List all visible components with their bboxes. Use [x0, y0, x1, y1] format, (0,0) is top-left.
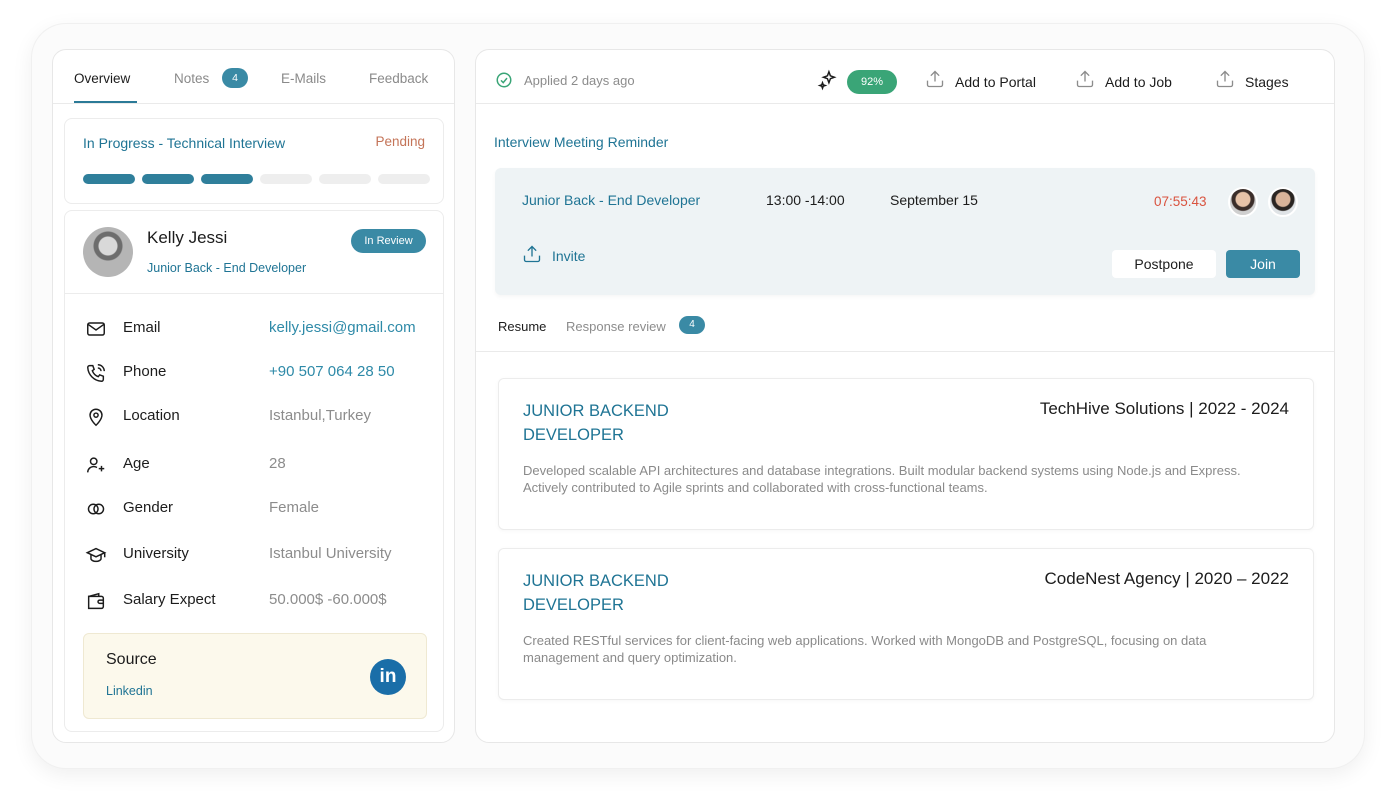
linkedin-icon[interactable]: in	[370, 659, 406, 695]
info-label: Age	[123, 455, 150, 472]
info-label: Salary Expect	[123, 591, 216, 608]
salary-value: 50.000$ -60.000$	[269, 591, 387, 608]
tab-overview[interactable]: Overview	[74, 71, 130, 86]
info-row-age: Age 28	[65, 452, 443, 476]
gender-value: Female	[269, 499, 320, 516]
notes-count-badge: 4	[222, 68, 248, 88]
experience-card: JUNIOR BACKEND DEVELOPER TechHive Soluti…	[498, 378, 1314, 530]
progress-segment-pending	[378, 174, 430, 184]
meeting-time: 13:00 -14:00	[766, 192, 845, 208]
source-value[interactable]: Linkedin	[106, 684, 153, 698]
experience-title: JUNIOR BACKEND DEVELOPER	[523, 402, 669, 444]
upload-icon	[1216, 70, 1234, 88]
application-toolbar: Applied 2 days ago 92% Add to Portal Add…	[476, 50, 1334, 104]
info-row-location: Location Istanbul,Turkey	[65, 404, 443, 428]
progress-segment-complete	[83, 174, 135, 184]
stage-status: Pending	[375, 134, 425, 149]
profile-card: Kelly Jessi Junior Back - End Developer …	[64, 210, 444, 732]
university-value: Istanbul University	[269, 545, 392, 562]
postpone-button[interactable]: Postpone	[1112, 250, 1216, 278]
gender-icon	[87, 503, 105, 515]
mail-icon	[87, 322, 105, 336]
candidate-panel: Overview Notes 4 E-Mails Feedback In Pro…	[52, 49, 455, 743]
info-row-phone: Phone +90 507 064 28 50	[65, 360, 443, 384]
experience-company: CodeNest Agency | 2020 – 2022	[1044, 569, 1289, 588]
stage-progress-card: In Progress - Technical Interview Pendin…	[64, 118, 444, 204]
action-label: Add to Portal	[955, 74, 1036, 90]
wallet-icon	[87, 592, 105, 610]
match-score-badge: 92%	[847, 70, 897, 94]
source-title: Source	[106, 651, 157, 668]
tab-emails[interactable]: E-Mails	[281, 71, 326, 86]
info-row-email: Email kelly.jessi@gmail.com	[65, 316, 443, 340]
info-label: Location	[123, 407, 180, 424]
action-label: Stages	[1245, 74, 1289, 90]
progress-segment-complete	[142, 174, 194, 184]
experience-description: Developed scalable API architectures and…	[523, 463, 1241, 495]
reminder-title: Interview Meeting Reminder	[494, 134, 669, 150]
location-value: Istanbul,Turkey	[269, 407, 371, 424]
active-tab-indicator	[74, 101, 137, 103]
action-label: Add to Job	[1105, 74, 1172, 90]
email-value[interactable]: kelly.jessi@gmail.com	[269, 319, 416, 336]
meeting-card: Junior Back - End Developer 13:00 -14:00…	[495, 168, 1315, 295]
candidate-tabs: Overview Notes 4 E-Mails Feedback	[53, 50, 454, 104]
phone-value[interactable]: +90 507 064 28 50	[269, 363, 395, 380]
avatar	[83, 227, 133, 277]
sparkle-icon	[817, 69, 837, 91]
experience-title: JUNIOR BACKEND DEVELOPER	[523, 572, 669, 614]
response-review-count-badge: 4	[679, 316, 705, 334]
invite-label: Invite	[552, 248, 586, 264]
upload-icon	[926, 70, 944, 88]
candidate-name: Kelly Jessi	[147, 228, 228, 247]
resume-tabs: Resume Response review 4	[476, 312, 1334, 352]
join-button[interactable]: Join	[1226, 250, 1300, 278]
check-circle-icon	[496, 72, 512, 88]
age-value: 28	[269, 455, 286, 472]
phone-icon	[87, 364, 105, 382]
progress-segment-complete	[201, 174, 253, 184]
tab-feedback[interactable]: Feedback	[369, 71, 428, 86]
info-row-university: University Istanbul University	[65, 542, 443, 566]
upload-icon	[523, 245, 541, 263]
info-label: Gender	[123, 499, 174, 516]
progress-segment-pending	[260, 174, 312, 184]
tab-notes[interactable]: Notes	[174, 71, 209, 86]
info-label: Phone	[123, 363, 167, 380]
attendee-avatar	[1228, 187, 1258, 217]
divider	[65, 293, 443, 294]
meeting-role: Junior Back - End Developer	[522, 192, 701, 208]
upload-icon	[1076, 70, 1094, 88]
graduation-cap-icon	[85, 547, 107, 563]
experience-company: TechHive Solutions | 2022 - 2024	[1039, 399, 1289, 418]
experience-description: Created RESTful services for client-faci…	[523, 633, 1207, 665]
location-pin-icon	[89, 408, 103, 427]
candidate-role: Junior Back - End Developer	[147, 261, 307, 275]
stage-title: In Progress - Technical Interview	[83, 135, 286, 151]
info-row-gender: Gender Female	[65, 496, 443, 520]
tab-response-review[interactable]: Response review	[566, 319, 666, 334]
experience-card: JUNIOR BACKEND DEVELOPER CodeNest Agency…	[498, 548, 1314, 700]
status-badge: In Review	[351, 229, 426, 253]
attendee-avatar	[1268, 187, 1298, 217]
source-box: Source Linkedin in	[83, 633, 427, 719]
meeting-countdown: 07:55:43	[1154, 194, 1207, 209]
user-plus-icon	[87, 457, 105, 473]
meeting-date: September 15	[890, 192, 978, 208]
info-label: University	[123, 545, 189, 562]
progress-segment-pending	[319, 174, 371, 184]
tab-resume[interactable]: Resume	[498, 319, 546, 334]
applied-date: Applied 2 days ago	[524, 73, 635, 88]
info-row-salary: Salary Expect 50.000$ -60.000$	[65, 588, 443, 612]
info-label: Email	[123, 319, 161, 336]
application-panel: Applied 2 days ago 92% Add to Portal Add…	[475, 49, 1335, 743]
